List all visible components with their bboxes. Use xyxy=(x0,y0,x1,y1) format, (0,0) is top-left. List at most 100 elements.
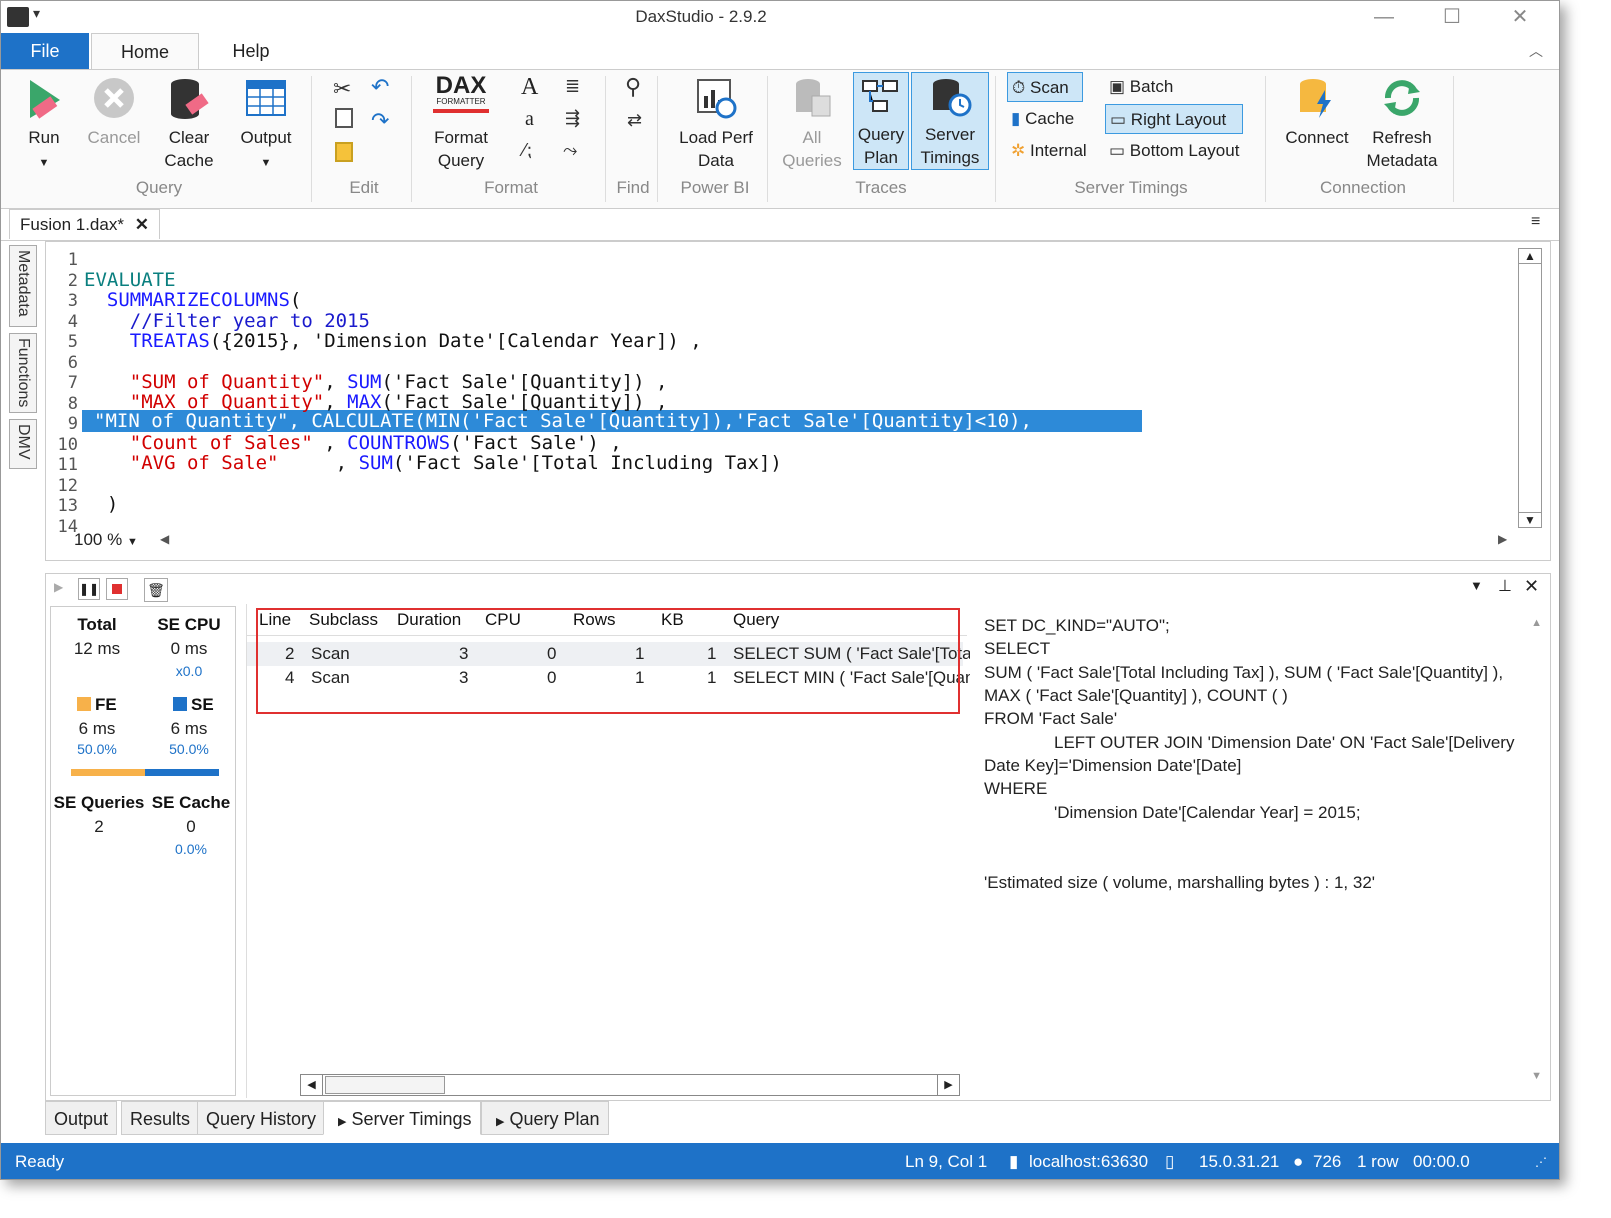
collapse-ribbon-icon[interactable]: ︿ xyxy=(1529,41,1543,61)
server-icon: ▮ xyxy=(1009,1152,1019,1171)
all-queries-button[interactable]: All Queries xyxy=(777,76,847,172)
tab-query-plan[interactable]: ▶ Query Plan xyxy=(481,1101,609,1135)
group-query-label: Query xyxy=(135,178,183,197)
cancel-icon xyxy=(94,78,134,118)
clear-trace-icon[interactable]: 🗑 xyxy=(144,578,168,602)
tab-server-timings[interactable]: ▶ Server Timings xyxy=(323,1101,481,1135)
separator xyxy=(1265,76,1266,202)
minimize-icon[interactable]: — xyxy=(1361,3,1407,31)
scroll-down-icon[interactable]: ▼ xyxy=(1519,512,1541,527)
side-tab-metadata[interactable]: Metadata xyxy=(9,245,37,327)
clear-cache-button[interactable]: Clear Cache xyxy=(153,76,225,172)
hscroll-left-icon[interactable]: ◀ xyxy=(301,1075,323,1095)
bottom-layout-toggle[interactable]: ▭ Bottom Layout xyxy=(1109,136,1239,166)
scroll-right-icon[interactable]: ▶ xyxy=(1498,532,1507,546)
side-tab-functions-label: Functions xyxy=(15,338,32,408)
scroll-left-icon[interactable]: ◀ xyxy=(160,532,169,546)
query-plan-label: Query Plan xyxy=(857,125,905,167)
document-list-icon[interactable]: ≡ xyxy=(1531,213,1540,231)
right-layout-toggle[interactable]: ▭ Right Layout xyxy=(1105,104,1243,134)
side-tab-functions[interactable]: Functions xyxy=(9,333,37,413)
query-plan-button[interactable]: Query Plan xyxy=(853,72,909,170)
query-line: 'Dimension Date'[Calendar Year] = 2015; xyxy=(1054,803,1361,822)
tab-output[interactable]: Output xyxy=(45,1101,118,1135)
side-tab-dmv[interactable]: DMV xyxy=(9,419,37,469)
batch-toggle[interactable]: ▣ Batch xyxy=(1109,72,1173,102)
font-increase-button[interactable]: A xyxy=(521,74,538,101)
query-scroll-up-icon[interactable]: ▲ xyxy=(1531,612,1542,635)
se-cpu-ratio: x0.0 xyxy=(175,663,203,679)
query-line: SELECT xyxy=(984,639,1051,658)
fe-label: FE xyxy=(95,695,117,714)
dax-editor[interactable]: 1 2 3 4 5 6 7 8 9 10 11 12 13 14 EVALUATE SUMMARIZECO… xyxy=(45,241,1551,561)
font-decrease-button[interactable]: a xyxy=(525,108,534,131)
line-number: 13 xyxy=(57,496,78,516)
connect-icon xyxy=(1300,79,1331,118)
tab-file[interactable]: File xyxy=(1,33,89,69)
replace-icon[interactable]: ⇄ xyxy=(627,110,642,131)
query-scroll-down-icon[interactable]: ▼ xyxy=(1531,1065,1542,1088)
scroll-up-icon[interactable]: ▲ xyxy=(1519,249,1541,264)
tab-query-history[interactable]: Query History xyxy=(197,1101,326,1135)
cut-icon[interactable]: ✂ xyxy=(333,76,351,102)
pause-trace-icon[interactable]: ❚❚ xyxy=(78,578,100,600)
find-icon[interactable]: ⚲ xyxy=(625,74,641,100)
cache-toggle[interactable]: ▮ Cache xyxy=(1011,104,1074,134)
load-perf-data-button[interactable]: Load Perf Data xyxy=(671,76,761,172)
close-window-icon[interactable]: ✕ xyxy=(1497,3,1543,31)
line-number: 12 xyxy=(57,475,78,496)
undo-icon[interactable]: ↶ xyxy=(371,74,389,100)
copy-icon[interactable] xyxy=(335,108,353,128)
comment-toggle-icon[interactable]: ⁄⁏ xyxy=(523,140,532,161)
bottom-layout-label: Bottom Layout xyxy=(1129,141,1240,160)
code-line-10: "Count of Sales" , COUNTROWS('Fact Sale'… xyxy=(129,432,622,454)
swap-delimiters-icon[interactable]: ⤳ xyxy=(563,140,577,161)
query-text-view[interactable]: SET DC_KIND="AUTO"; SELECT SUM ( 'Fact S… xyxy=(970,606,1546,1096)
se-label: SE xyxy=(191,695,214,714)
maximize-icon[interactable]: ☐ xyxy=(1429,3,1475,31)
hscroll-right-icon[interactable]: ▶ xyxy=(937,1075,959,1095)
refresh-metadata-button[interactable]: Refresh Metadata xyxy=(1359,76,1445,172)
tab-results[interactable]: Results xyxy=(121,1101,200,1135)
zoom-dropdown-icon[interactable]: ▼ xyxy=(127,536,138,548)
pin-panel-icon[interactable]: ⊥ xyxy=(1498,576,1512,596)
separator xyxy=(411,76,412,202)
internal-toggle[interactable]: ✲ Internal xyxy=(1011,136,1087,166)
connect-button[interactable]: Connect xyxy=(1279,76,1355,149)
run-button[interactable]: Run ▼ xyxy=(13,76,75,175)
grid-horizontal-scrollbar[interactable]: ◀ ▶ xyxy=(300,1074,960,1096)
code-line-5: TREATAS({2015}, 'Dimension Date'[Calenda… xyxy=(129,330,702,352)
output-button[interactable]: Output ▼ xyxy=(233,76,299,175)
dax-logo-stripe xyxy=(433,109,489,113)
close-panel-icon[interactable]: ✕ xyxy=(1524,576,1539,597)
close-tab-icon[interactable]: ✕ xyxy=(135,215,149,234)
redo-icon[interactable]: ↷ xyxy=(371,108,389,134)
all-queries-label: All Queries xyxy=(782,128,842,170)
scan-toggle[interactable]: ⏱ Scan xyxy=(1007,72,1083,102)
hscroll-thumb[interactable] xyxy=(325,1076,445,1094)
indent-icon[interactable]: ≣ xyxy=(565,76,580,97)
line-number: 11 xyxy=(57,455,78,475)
fe-se-ratio-bar xyxy=(71,769,219,776)
document-tab[interactable]: Fusion 1.dax* ✕ xyxy=(9,209,160,239)
separator xyxy=(311,76,312,202)
tab-home[interactable]: Home xyxy=(91,33,199,69)
format-query-button[interactable]: DAX FORMATTER Format Query xyxy=(423,74,499,172)
panel-menu-icon[interactable]: ▼ xyxy=(1470,578,1483,593)
zoom-level[interactable]: 100 % ▼ xyxy=(74,530,138,550)
status-server[interactable]: localhost:63630 xyxy=(1029,1145,1148,1179)
resize-grip-icon[interactable]: ⋰ xyxy=(1535,1145,1547,1179)
editor-vertical-scrollbar[interactable]: ▲ ▼ xyxy=(1518,248,1542,528)
line-number: 5 xyxy=(67,332,78,352)
cancel-button[interactable]: Cancel xyxy=(83,76,145,149)
output-grid-icon xyxy=(246,80,286,116)
paste-icon[interactable] xyxy=(335,142,353,162)
format-query-label: Format Query xyxy=(434,128,488,170)
connect-label: Connect xyxy=(1285,128,1349,147)
tab-query-plan-label: Query Plan xyxy=(509,1109,600,1129)
tab-help[interactable]: Help xyxy=(211,33,291,69)
outdent-icon[interactable]: ⇶ xyxy=(565,108,580,129)
stop-trace-icon[interactable] xyxy=(106,578,128,600)
server-timings-button[interactable]: Server Timings xyxy=(911,72,989,170)
play-trace-icon[interactable]: ▶ xyxy=(54,580,63,594)
